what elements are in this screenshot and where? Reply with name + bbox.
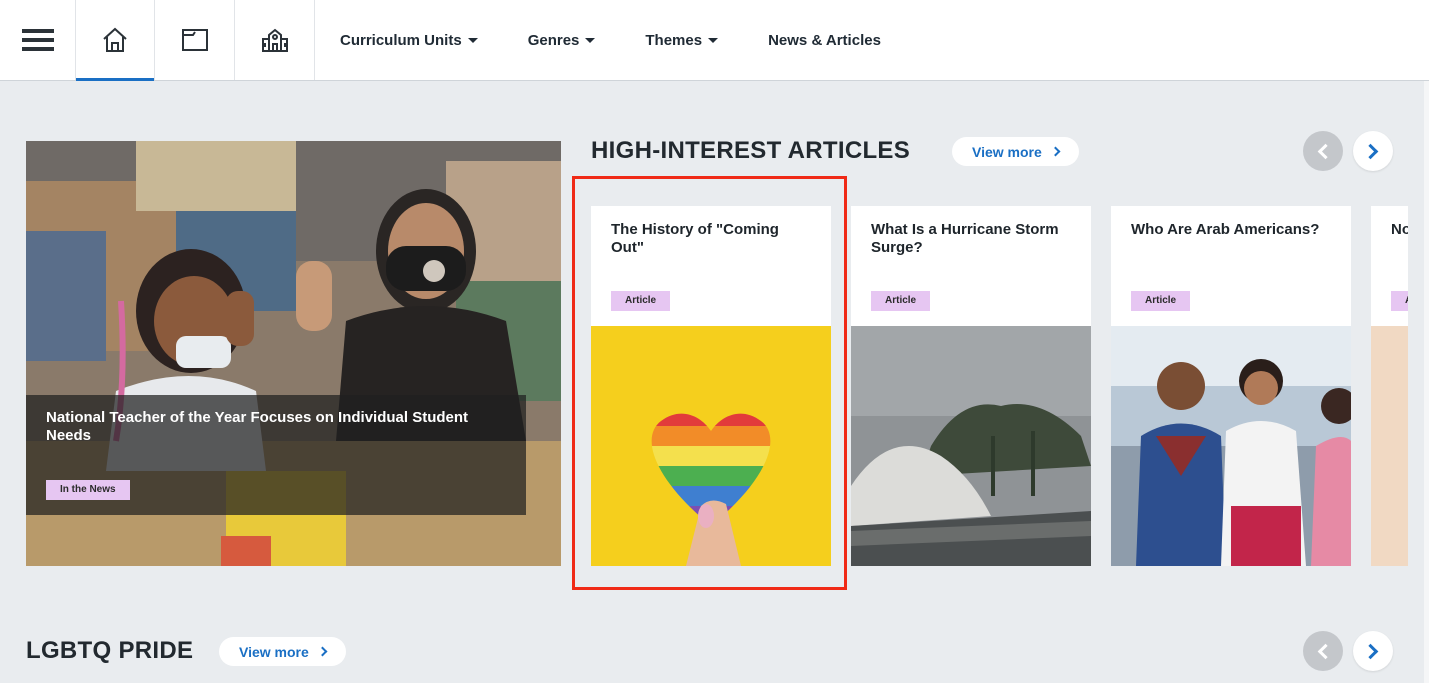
card-tag: Article [611,291,671,311]
card-tag: Article [871,291,931,311]
nav-themes[interactable]: Themes [645,31,719,49]
card-tag: Article [1131,291,1191,311]
caret-down-icon [467,38,478,43]
nav-news-articles[interactable]: News & Articles [768,32,881,49]
school-building-icon [261,28,288,52]
article-card-arab-americans[interactable]: Who Are Arab Americans? Article [1111,206,1351,566]
view-more-label: View more [239,643,309,660]
chevron-right-icon [1362,643,1379,659]
home-icon [103,27,127,52]
caret-down-icon [585,38,596,43]
card-title: What Is a Hurricane Storm Surge? [871,221,1059,256]
nav-link-label: Themes [645,31,703,49]
chevron-left-icon [1317,643,1334,659]
caret-down-icon [708,38,719,43]
chevron-right-icon [1362,143,1379,159]
card-title: Who Are Arab Americans? [1131,221,1320,238]
folder-icon [181,29,208,51]
article-card-hurricane-storm-surge[interactable]: What Is a Hurricane Storm Surge? Article [851,206,1091,566]
high-interest-prev-button[interactable] [1303,131,1343,171]
top-navigation: Curriculum Units Genres Themes News & Ar… [0,0,1429,81]
nav-curriculum-units[interactable]: Curriculum Units [340,32,478,49]
nav-link-label: Curriculum Units [340,31,462,49]
hamburger-menu-icon [21,29,54,51]
featured-title: National Teacher of the Year Focuses on … [46,409,469,444]
article-card-coming-out[interactable]: The History of "Coming Out" Article [591,206,831,566]
card-title: No an [1391,221,1408,238]
section-title-high-interest: HIGH-INTEREST ARTICLES [591,137,911,164]
nav-links: Curriculum Units Genres Themes News & Ar… [315,0,931,80]
card-image-partial [1371,326,1408,566]
menu-button[interactable] [0,0,75,80]
home-button[interactable] [75,0,155,81]
nav-genres[interactable]: Genres [528,32,596,49]
card-tag: Article [1391,291,1408,311]
card-title: The History of "Coming Out" [611,221,779,256]
page-scrollbar[interactable] [1424,81,1429,683]
article-card-partial[interactable]: No an Article [1371,206,1408,566]
view-more-label: View more [972,143,1042,160]
featured-caption-overlay: National Teacher of the Year Focuses on … [26,395,526,515]
card-image-friends-group [1111,326,1351,566]
chevron-left-icon [1317,143,1334,159]
library-button[interactable] [155,0,235,80]
featured-tag: In the News [46,480,130,500]
lgbtq-prev-button[interactable] [1303,631,1343,671]
high-interest-view-more-button[interactable]: View more [952,137,1079,166]
chevron-right-icon [1050,146,1061,157]
high-interest-carousel: The History of "Coming Out" Article What… [591,206,1408,566]
high-interest-next-button[interactable] [1353,131,1393,171]
card-image-rainbow-heart [591,326,831,566]
school-button[interactable] [235,0,315,80]
section-title-lgbtq-pride: LGBTQ PRIDE [26,637,194,664]
nav-link-label: Genres [527,31,580,49]
lgbtq-view-more-button[interactable]: View more [219,637,346,666]
lgbtq-next-button[interactable] [1353,631,1393,671]
chevron-right-icon [317,646,328,657]
card-image-storm-surge [851,326,1091,566]
featured-news-card[interactable]: National Teacher of the Year Focuses on … [26,141,561,566]
nav-link-label: News & Articles [768,31,881,49]
